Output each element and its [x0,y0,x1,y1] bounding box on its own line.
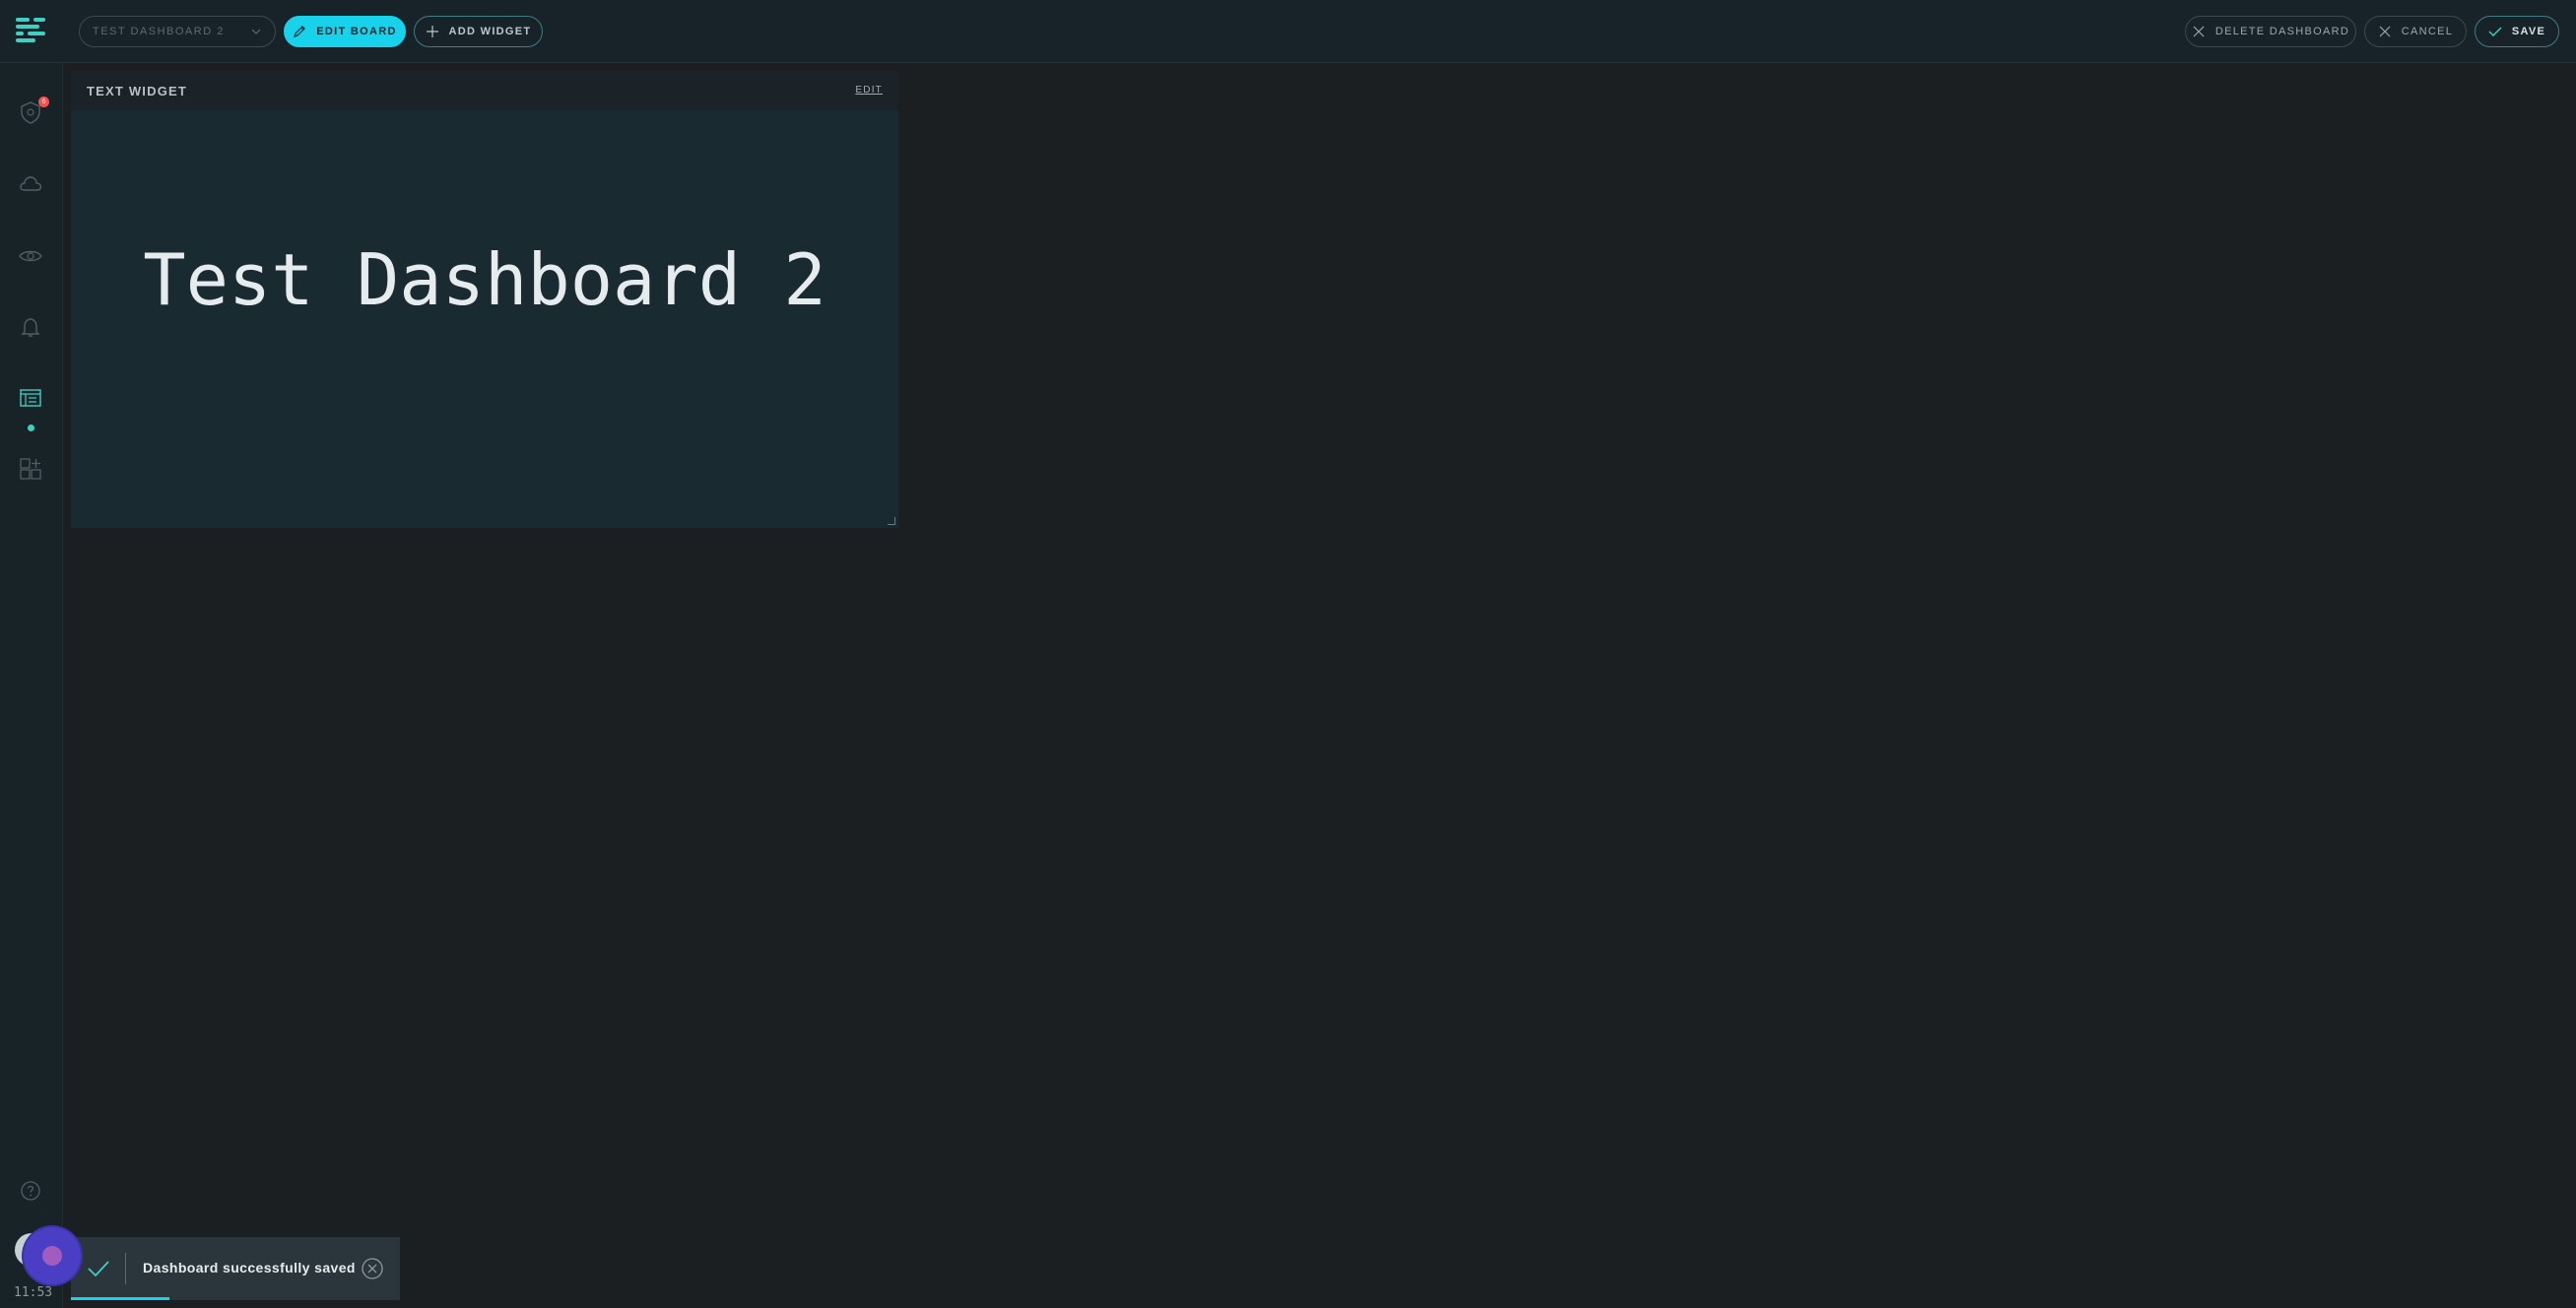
clock: 11:53 [14,1285,53,1300]
top-toolbar: TEST DASHBOARD 2 EDIT BOARD ADD WIDGET D… [0,0,2576,63]
widget-title: TEXT WIDGET [87,84,188,98]
plus-icon [426,26,438,37]
toast-divider [125,1253,126,1284]
delete-dashboard-button[interactable]: DELETE DASHBOARD [2185,16,2356,47]
toast-message: Dashboard successfully saved [143,1260,356,1275]
app-logo-icon[interactable] [16,18,45,43]
sidebar-item-alerts[interactable] [17,313,44,341]
sidebar-item-cloud[interactable] [17,170,44,198]
notification-badge: 6 [38,97,49,107]
widget-header: TEXT WIDGET EDIT [71,71,898,110]
cancel-label: CANCEL [2401,26,2454,37]
close-icon [2193,26,2205,37]
dashboard-select-value: TEST DASHBOARD 2 [93,26,225,37]
record-button[interactable] [24,1227,81,1284]
text-widget[interactable]: TEXT WIDGET EDIT Test Dashboard 2 [71,71,898,528]
pencil-icon [294,26,306,37]
check-icon [88,1261,109,1277]
record-dot-icon [42,1246,62,1266]
dashboard-select[interactable]: TEST DASHBOARD 2 [79,16,276,47]
close-icon[interactable] [361,1257,384,1280]
eye-network-icon [19,250,42,262]
save-button[interactable]: SAVE [2475,16,2559,47]
check-icon [2488,27,2502,36]
active-indicator [28,425,34,431]
help-icon[interactable] [20,1180,41,1202]
widgets-icon [20,458,41,480]
widget-text: Test Dashboard 2 [143,238,826,321]
add-widget-label: ADD WIDGET [448,26,532,37]
toast-notification: Dashboard successfully saved [71,1237,400,1300]
widget-body: Test Dashboard 2 [71,110,898,528]
save-label: SAVE [2511,26,2546,37]
chevron-down-icon [251,29,261,34]
sidebar-item-dashboards[interactable] [17,384,44,412]
edit-board-button[interactable]: EDIT BOARD [284,16,406,47]
delete-dashboard-label: DELETE DASHBOARD [2214,26,2350,37]
sidebar-item-widgets[interactable] [17,455,44,483]
cancel-button[interactable]: CANCEL [2364,16,2467,47]
add-widget-button[interactable]: ADD WIDGET [414,16,543,47]
edit-board-label: EDIT BOARD [316,26,397,37]
resize-handle[interactable] [888,517,895,525]
widget-edit-link[interactable]: EDIT [855,85,883,96]
cloud-icon [20,176,42,191]
bell-icon [21,318,40,337]
toast-progress-bar [71,1297,170,1300]
dashboard-icon [20,389,41,407]
close-icon [2379,26,2391,37]
sidebar-item-network[interactable] [17,242,44,270]
